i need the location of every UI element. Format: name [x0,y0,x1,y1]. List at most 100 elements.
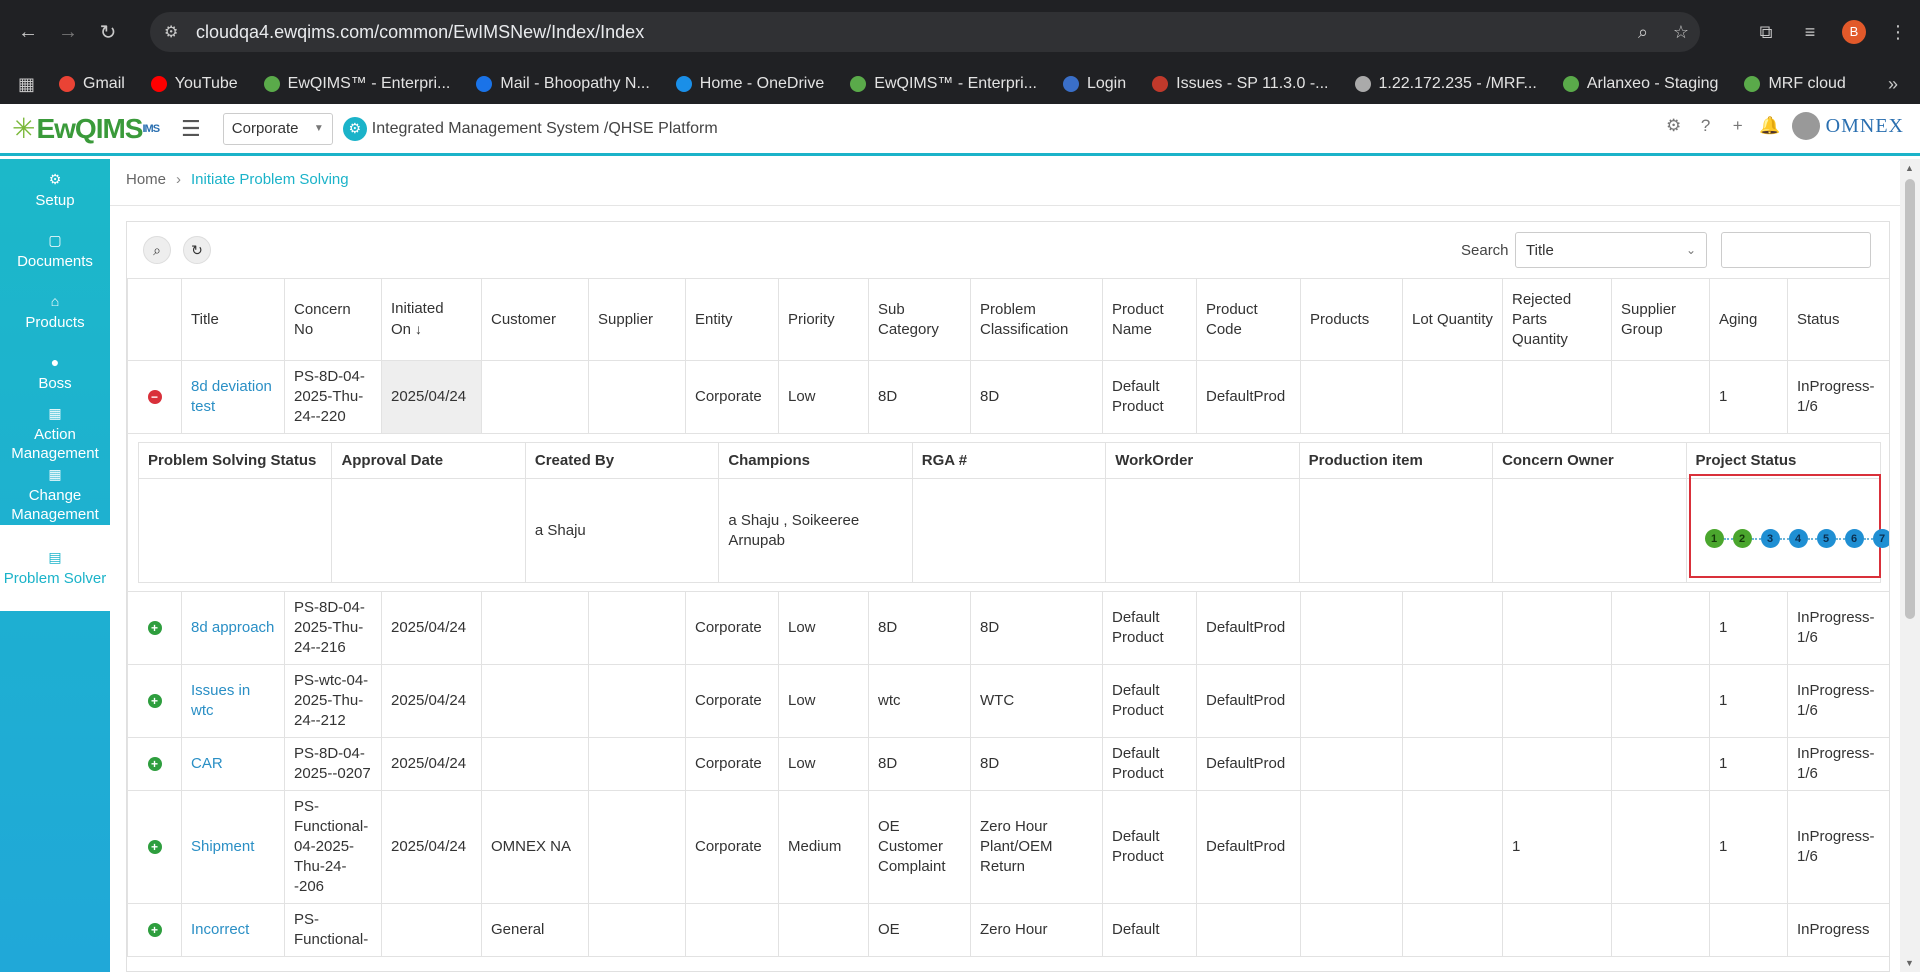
sidebar-item-problem-solver[interactable]: ▤ Problem Solver [0,525,110,611]
sort-down-icon[interactable]: ↓ [415,321,422,337]
column-header[interactable]: Aging [1709,278,1788,361]
bell-icon[interactable]: 🔔 [1754,116,1786,136]
column-header[interactable]: Initiated On ↓ [381,278,482,361]
expand-icon[interactable]: + [147,694,162,708]
status-step[interactable]: 4 [1788,529,1808,548]
bookmark-item[interactable]: EwQIMS™ - Enterpri... [850,75,1037,93]
bookmark-item[interactable]: EwQIMS™ - Enterpri... [263,75,450,93]
sidebar-item-change-management[interactable]: ▦ Change Management [0,464,110,525]
sidebar-item-action-management[interactable]: ▦ Action Management [0,403,110,464]
status-step[interactable]: 2 [1732,529,1752,548]
logo-sun-icon: ✳ [12,113,35,144]
help-icon[interactable]: ? [1690,116,1722,136]
column-header[interactable]: Title [181,278,285,361]
page-scrollbar[interactable]: ▲ ▼ [1900,159,1920,972]
bookmark-item[interactable]: MRF cloud [1744,75,1846,93]
column-header[interactable]: Supplier Group [1611,278,1710,361]
more-bookmarks-icon[interactable]: » [1888,74,1898,95]
sidebar-item-documents[interactable]: ▢ Documents [0,220,110,281]
status-step[interactable]: 6 [1844,529,1864,548]
sidebar-item-boss[interactable]: ● Boss [0,342,110,403]
table-row[interactable]: − 8d deviation test PS-8D-04-2025-Thu-24--… [127,360,1889,434]
refresh-button[interactable]: ↻ [183,236,211,264]
bookmark-star-icon[interactable]: ☆ [1662,22,1700,43]
search-field-select[interactable]: Title ⌄ [1515,232,1707,268]
column-header[interactable]: Lot Quantity [1402,278,1503,361]
bookmark-item[interactable]: YouTube [150,75,238,93]
cell-title[interactable]: Issues in wtc [181,664,285,738]
forward-icon[interactable]: → [48,12,88,52]
reload-icon[interactable]: ↻ [88,12,128,52]
table-row[interactable]: + Shipment PS-Functional-04-2025-Thu-24--2… [127,790,1889,904]
sidebar-item-products[interactable]: ⌂ Products [0,281,110,342]
site-info-icon[interactable]: ⚙ [164,22,178,42]
settings-icon[interactable]: ⚙ [1658,116,1690,136]
project-status-steps: 1234567 [1704,529,1889,548]
address-bar[interactable]: ⚙ cloudqa4.ewqims.com/common/EwIMSNew/In… [150,12,1700,52]
cell-title[interactable]: Shipment [181,790,285,904]
column-header[interactable]: Sub Category [868,278,971,361]
entity-select[interactable]: Corporate ▼ [222,112,333,145]
media-icon[interactable]: ≡ [1788,22,1832,43]
column-header[interactable]: Customer [481,278,589,361]
column-header[interactable]: Status [1787,278,1889,361]
bookmark-item[interactable]: Login [1062,75,1126,93]
expand-icon[interactable]: + [147,840,162,854]
sidebar-item-setup[interactable]: ⚙ Setup [0,159,110,220]
cell-title[interactable]: 8d deviation test [181,360,285,434]
expand-icon[interactable]: + [147,923,162,937]
expand-icon[interactable]: + [147,757,162,771]
zoom-icon[interactable]: ⌕ [1624,22,1662,43]
cell-status: InProgress-1/6 [1787,737,1889,791]
profile-avatar[interactable]: B [1842,20,1866,44]
column-header[interactable]: Product Code [1196,278,1301,361]
table-row[interactable]: + Incorrect PS-Functional- General OE Zero Ho… [127,903,1889,957]
bookmark-item[interactable]: Gmail [59,75,125,93]
table-row[interactable]: + CAR PS-8D-04-2025--0207 2025/04/24 Corpora… [127,737,1889,791]
table-row[interactable]: + Issues in wtc PS-wtc-04-2025-Thu-24--212… [127,664,1889,738]
cell-classification: 8D [970,591,1103,665]
scroll-down-icon[interactable]: ▼ [1905,958,1914,968]
status-step[interactable]: 3 [1760,529,1780,548]
column-header[interactable]: Rejected Parts Quantity [1502,278,1612,361]
column-header[interactable]: Problem Classification [970,278,1103,361]
column-header[interactable]: Entity [685,278,779,361]
cell-title[interactable]: CAR [181,737,285,791]
url-text[interactable]: cloudqa4.ewqims.com/common/EwIMSNew/Inde… [196,22,644,43]
collapse-icon[interactable]: − [147,390,162,404]
search-input[interactable] [1721,232,1871,268]
add-icon[interactable]: + [1722,116,1754,136]
column-header[interactable]: Products [1300,278,1403,361]
cell-entity: Corporate [685,360,779,434]
search-toggle-button[interactable]: ⌕ [143,236,171,264]
status-step[interactable]: 7 [1872,529,1889,548]
status-step[interactable]: 1 [1704,529,1724,548]
cell-title[interactable]: 8d approach [181,591,285,665]
column-header[interactable]: Concern No [284,278,382,361]
table-row[interactable]: +8d approach PS-8D-04-2025-Thu-24--216 202… [127,591,1889,665]
cell-title[interactable]: Incorrect [181,903,285,957]
scroll-up-icon[interactable]: ▲ [1905,163,1914,173]
cell-rejected [1502,737,1612,791]
user-avatar[interactable] [1791,112,1820,140]
apps-grid-icon[interactable]: ▦ [18,74,35,95]
cell-priority: Low [778,737,869,791]
bookmark-item[interactable]: Arlanxeo - Staging [1562,75,1718,93]
hamburger-menu-icon[interactable]: ☰ [181,116,201,142]
column-header[interactable]: Priority [778,278,869,361]
bookmark-item[interactable]: 1.22.172.235 - /MRF... [1354,75,1537,93]
back-icon[interactable]: ← [8,12,48,52]
extensions-icon[interactable]: ⧉ [1744,22,1788,43]
breadcrumb-home[interactable]: Home [126,171,166,188]
column-header[interactable]: Product Name [1102,278,1197,361]
expand-icon[interactable]: + [147,621,162,635]
bookmark-item[interactable]: Issues - SP 11.3.0 -... [1152,75,1329,93]
ewqims-logo[interactable]: ✳ EwQIMS IMS [12,112,160,145]
bookmark-item[interactable]: Home - OneDrive [675,75,824,93]
status-step[interactable]: 5 [1816,529,1836,548]
scroll-thumb[interactable] [1905,179,1915,619]
menu-kebab-icon[interactable]: ⋮ [1876,22,1920,43]
column-header[interactable]: Supplier [588,278,686,361]
cell-concern: PS-8D-04-2025-Thu-24--220 [284,360,382,434]
bookmark-item[interactable]: Mail - Bhoopathy N... [476,75,650,93]
